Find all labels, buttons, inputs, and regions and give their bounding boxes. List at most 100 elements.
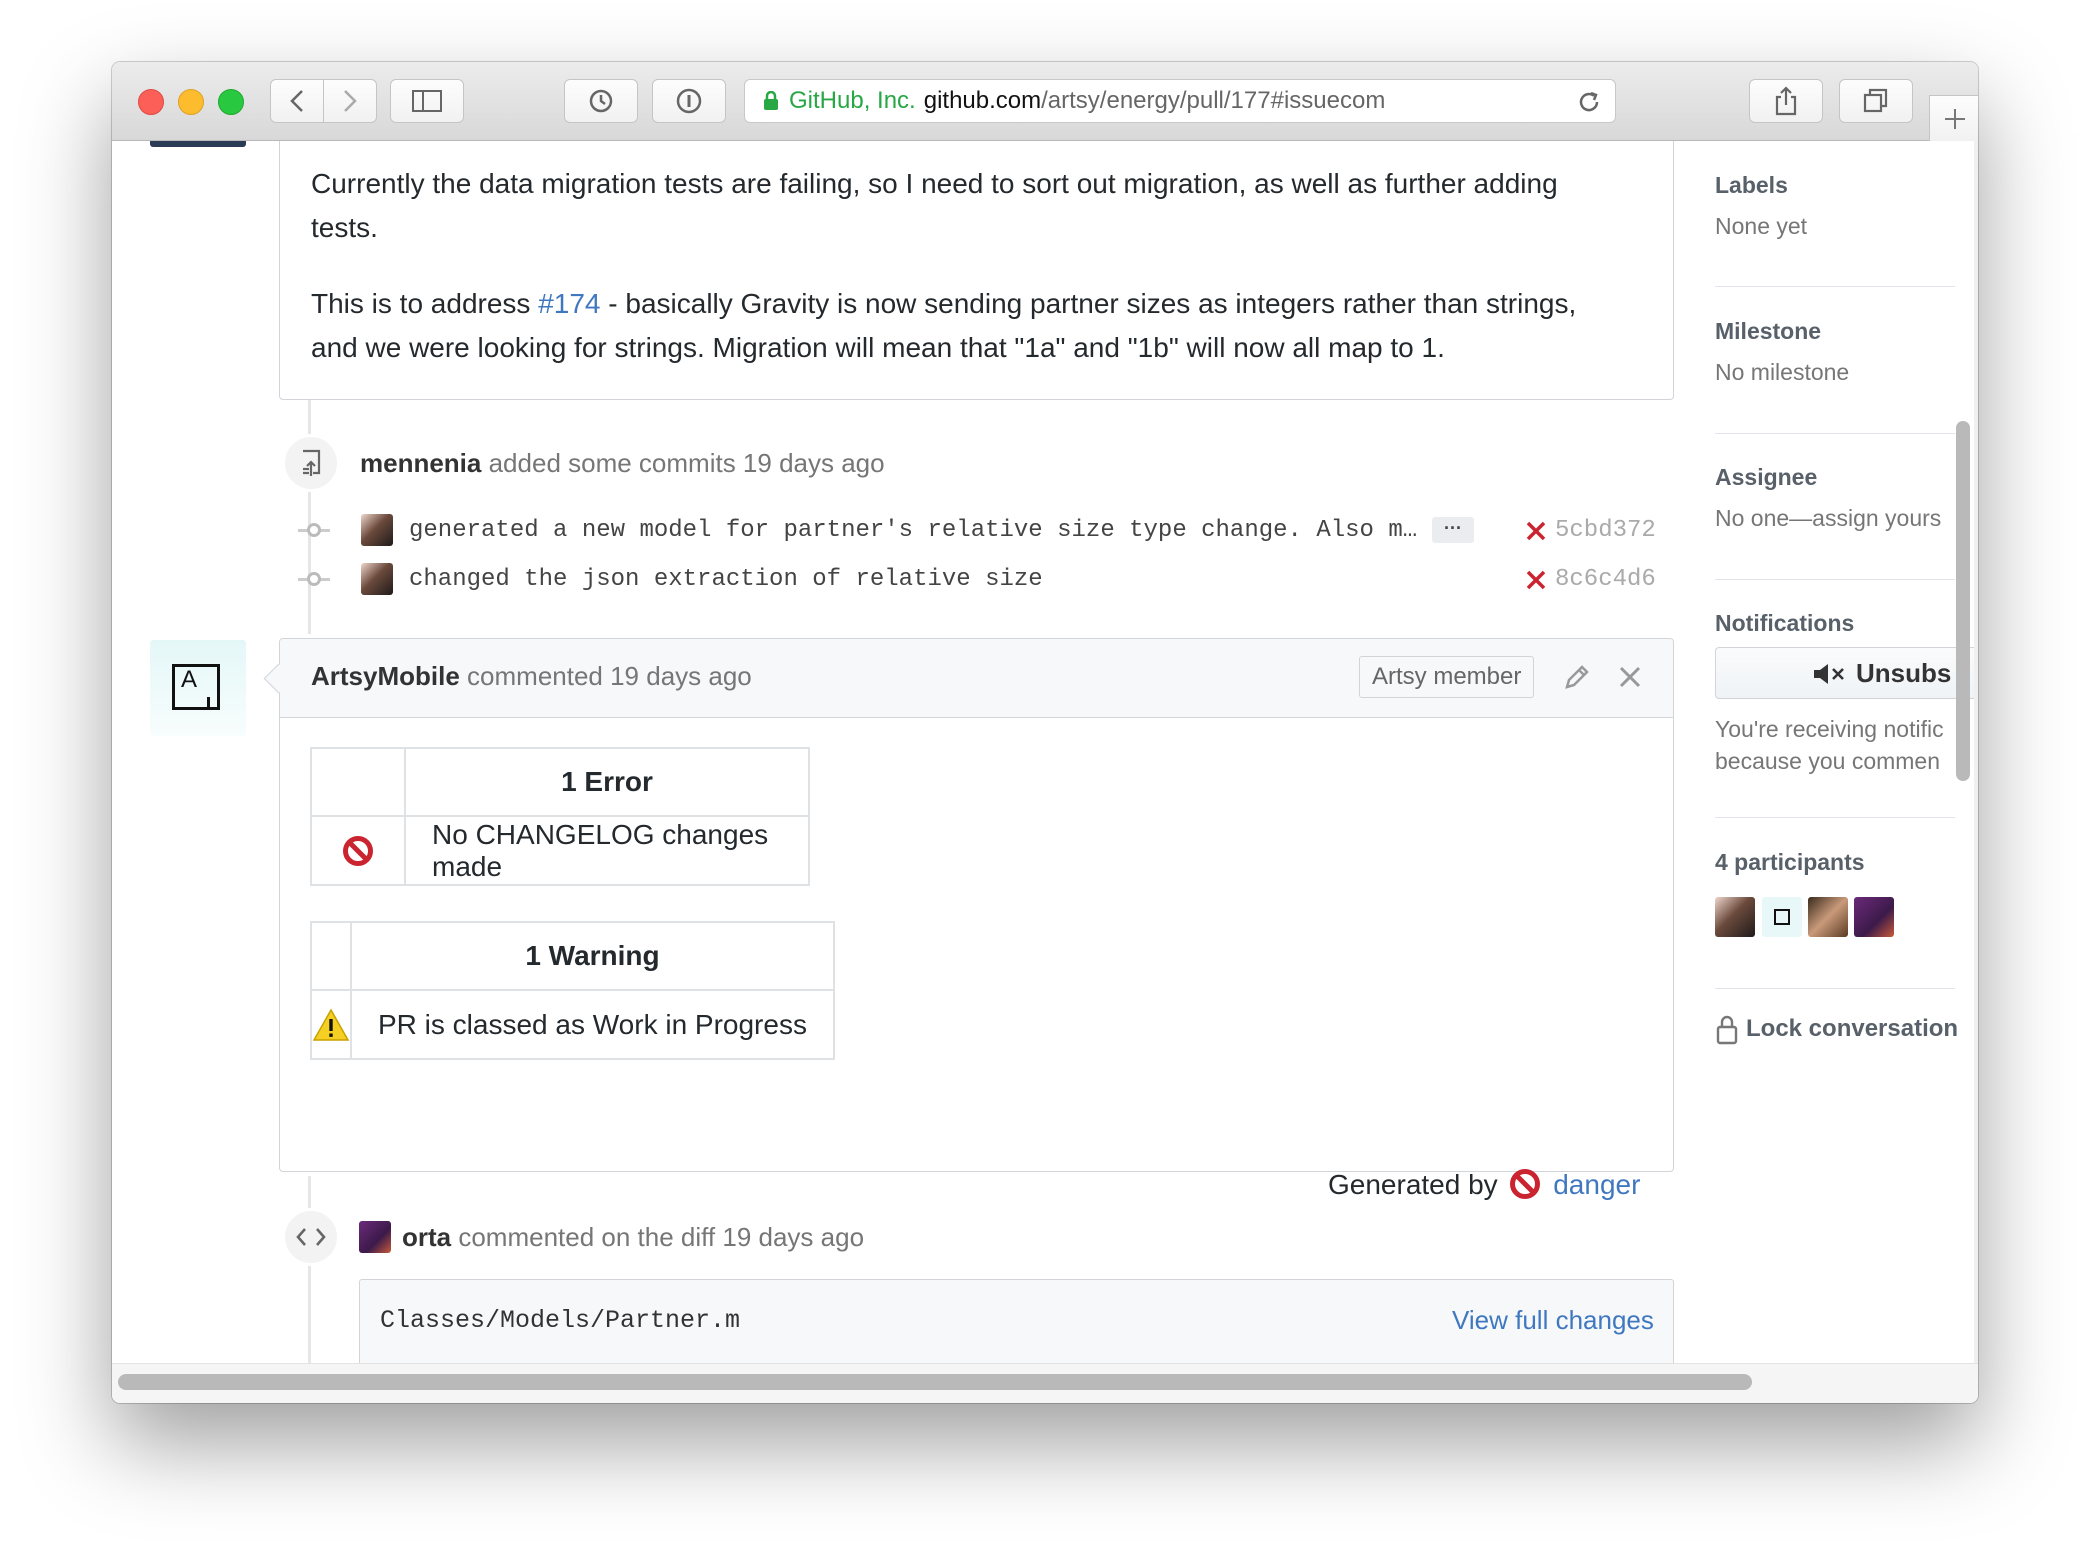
- minimize-window-button[interactable]: [178, 89, 204, 115]
- labels-value: None yet: [1715, 213, 1808, 239]
- sidebar-divider: [1715, 286, 1955, 287]
- browser-toolbar: GitHub, Inc. github.com /artsy/energy/pu…: [112, 62, 1978, 141]
- no-entry-icon: [1510, 1169, 1541, 1199]
- artsy-logo-icon: A: [172, 664, 220, 710]
- diff-author-link[interactable]: orta: [402, 1222, 451, 1252]
- sidebar-divider: [1715, 988, 1955, 989]
- diff-event-badge: [282, 1208, 340, 1266]
- warning-icon: [312, 1008, 350, 1041]
- assignee-value[interactable]: No one—assign yours: [1715, 505, 1955, 532]
- notification-reason-text: You're receiving notific: [1715, 716, 1944, 742]
- sidebar-divider: [1715, 817, 1955, 818]
- repo-push-icon: [303, 449, 321, 476]
- lock-icon: [1716, 1015, 1738, 1045]
- warning-message: PR is classed as Work in Progress: [350, 989, 835, 1060]
- milestone-heading[interactable]: Milestone: [1715, 318, 1821, 345]
- diff-event-header: orta commented on the diff 19 days ago: [402, 1222, 865, 1252]
- commit-sha-link[interactable]: 8c6c4d6: [1555, 566, 1656, 593]
- warning-table: 1 Warning PR is classed as Work in Progr…: [310, 921, 835, 1060]
- commit-event-badge: [282, 434, 340, 492]
- commit-message-link[interactable]: generated a new model for partner's rela…: [409, 517, 1417, 544]
- commit-message-link[interactable]: changed the json extraction of relative …: [409, 566, 1043, 593]
- description-line: Currently the data migration tests are f…: [311, 168, 1558, 199]
- address-bar[interactable]: GitHub, Inc. github.com /artsy/energy/pu…: [744, 79, 1616, 123]
- pencil-icon[interactable]: [1562, 662, 1592, 692]
- close-icon[interactable]: [1618, 665, 1642, 689]
- commit-dot: [307, 523, 321, 537]
- share-icon: [1775, 86, 1797, 116]
- participant-avatar[interactable]: [1854, 897, 1894, 937]
- danger-link[interactable]: danger: [1553, 1169, 1640, 1200]
- url-company: GitHub, Inc.: [789, 87, 916, 114]
- commit-dot: [307, 572, 321, 586]
- privacy-button[interactable]: [652, 79, 726, 123]
- labels-heading[interactable]: Labels: [1715, 172, 1788, 199]
- sidebar-divider: [1715, 433, 1955, 434]
- milestone-value: No milestone: [1715, 359, 1850, 385]
- warning-table-header: 1 Warning: [350, 921, 835, 991]
- status-failed-icon: [1526, 570, 1546, 590]
- new-tab-button[interactable]: [1929, 95, 1978, 141]
- assignee-heading[interactable]: Assignee: [1715, 464, 1817, 491]
- reload-icon[interactable]: [1577, 90, 1601, 114]
- commit-author-avatar[interactable]: [361, 514, 393, 546]
- avatar: [150, 141, 246, 147]
- sidebar-toggle-button[interactable]: [390, 79, 464, 123]
- comment-box: [263, 638, 1674, 1172]
- commit-sha-link[interactable]: 5cbd372: [1555, 517, 1656, 544]
- url-path: /artsy/energy/pull/177#issuecom: [1041, 87, 1386, 114]
- member-badge: Artsy member: [1359, 656, 1535, 698]
- plus-icon: [1944, 108, 1965, 129]
- description-line: tests.: [311, 212, 378, 243]
- commit-event-header: mennenia added some commits 19 days ago: [360, 448, 885, 478]
- page-content: Currently the data migration tests are f…: [112, 141, 1978, 1403]
- view-full-changes-link[interactable]: View full changes: [1452, 1305, 1654, 1336]
- generated-by-line: Generated by danger: [1328, 1169, 1641, 1200]
- description-line: This is to address #174 - basically Grav…: [311, 288, 1577, 319]
- refresh-clock-icon: [589, 89, 613, 113]
- participant-avatar[interactable]: [1715, 897, 1755, 937]
- vertical-scrollbar-thumb[interactable]: [1956, 421, 1970, 781]
- no-entry-icon: [343, 836, 373, 867]
- extension-button[interactable]: [564, 79, 638, 123]
- notification-reason-text: because you commen: [1715, 748, 1941, 774]
- description-line: and we were looking for strings. Migrati…: [311, 332, 1445, 363]
- zoom-window-button[interactable]: [218, 89, 244, 115]
- commit-author-avatar[interactable]: [361, 563, 393, 595]
- error-table-header: 1 Error: [404, 747, 810, 817]
- tabs-icon: [1863, 88, 1888, 113]
- chevron-right-icon: [344, 90, 357, 112]
- url-domain: github.com: [923, 87, 1042, 114]
- browser-window: GitHub, Inc. github.com /artsy/energy/pu…: [112, 62, 1978, 1403]
- participant-avatar[interactable]: [1762, 897, 1802, 937]
- chevron-left-icon: [290, 90, 303, 112]
- comment-author-avatar[interactable]: A: [150, 640, 246, 736]
- error-table: 1 Error No CHANGELOG changes made: [310, 747, 810, 886]
- tabs-overview-button[interactable]: [1839, 79, 1913, 123]
- forward-button[interactable]: [323, 79, 377, 123]
- lock-icon: [764, 91, 778, 110]
- error-message: No CHANGELOG changes made: [404, 815, 810, 886]
- participant-avatar[interactable]: [1808, 897, 1848, 937]
- participants-heading: 4 participants: [1715, 849, 1865, 875]
- unsubscribe-button[interactable]: Unsubs: [1715, 647, 1975, 699]
- info-icon: [676, 88, 702, 114]
- code-icon: [296, 1228, 326, 1246]
- commit-author-link[interactable]: mennenia: [360, 448, 481, 478]
- back-button[interactable]: [270, 79, 324, 123]
- expand-commit-button[interactable]: ···: [1432, 517, 1474, 543]
- diff-file-path: Classes/Models/Partner.m: [380, 1306, 741, 1335]
- share-button[interactable]: [1749, 79, 1823, 123]
- close-window-button[interactable]: [138, 89, 164, 115]
- status-failed-icon: [1526, 521, 1546, 541]
- lock-conversation-link[interactable]: Lock conversation: [1746, 1015, 1974, 1043]
- mute-icon: [1814, 664, 1844, 684]
- notifications-heading: Notifications: [1715, 610, 1855, 636]
- sidebar-divider: [1715, 579, 1955, 580]
- diff-author-avatar[interactable]: [359, 1221, 391, 1253]
- horizontal-scrollbar-thumb[interactable]: [118, 1374, 1752, 1390]
- sidebar-icon: [412, 90, 442, 112]
- comment-author-link[interactable]: ArtsyMobile: [311, 661, 460, 691]
- issue-link[interactable]: #174: [538, 288, 600, 319]
- artsy-logo-icon: [1774, 909, 1790, 925]
